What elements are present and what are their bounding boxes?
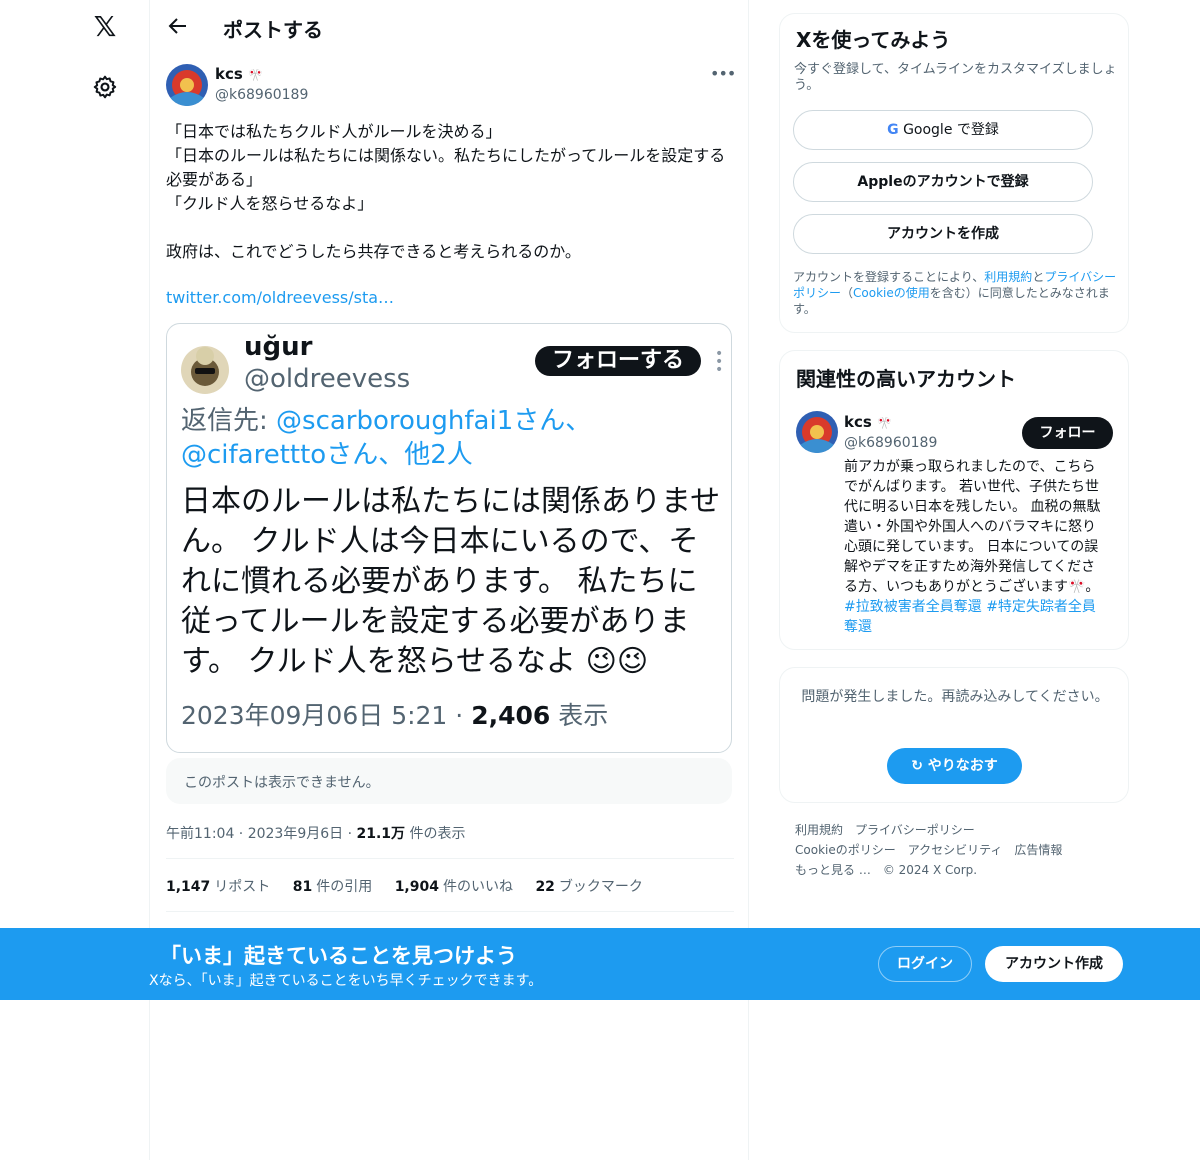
avatar[interactable] xyxy=(166,64,208,106)
page-title: ポストする xyxy=(223,18,323,42)
tweet-timestamp[interactable]: 午前11:04 · 2023年9月6日 · 21.1万 件の表示 xyxy=(166,823,466,843)
embed-author-handle: @oldreevess xyxy=(244,364,411,394)
signup-card: Xを使ってみよう 今すぐ登録して、タイムラインをカスタマイズしましょう。 G G… xyxy=(779,13,1129,333)
gear-icon[interactable] xyxy=(92,74,118,100)
stat-likes[interactable]: 1,904 件のいいね xyxy=(395,879,513,895)
footer-link[interactable]: 利用規約 xyxy=(795,823,843,837)
cookie-link[interactable]: Cookieの使用 xyxy=(853,286,930,300)
embed-meta: 2023年09月06日 5:21 · 2,406 表示 xyxy=(181,701,609,730)
copyright: © 2024 X Corp. xyxy=(882,863,978,877)
hashtag-link[interactable]: #拉致被害者全員奪還 xyxy=(844,599,982,615)
tweet-link[interactable]: twitter.com/oldreevess/sta… xyxy=(166,288,394,307)
author-name[interactable]: kcs 🎌 xyxy=(215,65,263,83)
embedded-image[interactable]: uğur @oldreevess フォローする • • • 返信先: @scarbo… xyxy=(166,323,732,753)
apple-signup-button[interactable]: Appleのアカウントで登録 xyxy=(793,162,1093,202)
tweet-text: 「日本では私たちクルド人がルールを決める」 「日本のルールは私たちには関係ない。… xyxy=(166,122,726,261)
stat-quotes[interactable]: 81 件の引用 xyxy=(293,879,372,895)
embed-body: 日本のルールは私たちには関係ありません。 クルド人は今日本にいるので、それに慣れ… xyxy=(181,484,721,679)
related-title: 関連性の高いアカウント xyxy=(796,367,1016,391)
banner-subtitle: Xなら、「いま」起きていることをいち早くチェックできます。 xyxy=(149,973,543,989)
google-icon: G xyxy=(887,122,899,138)
footer-link[interactable]: プライバシーポリシー xyxy=(855,823,975,837)
author-handle[interactable]: @k68960189 xyxy=(215,87,308,103)
tweet-stats: 1,147 リポスト 81 件の引用 1,904 件のいいね 22 ブックマーク xyxy=(166,876,661,896)
login-button[interactable]: ログイン xyxy=(878,946,972,982)
error-message: 問題が発生しました。再読み込みしてください。 xyxy=(801,689,1109,705)
embed-author-name: uğur xyxy=(244,332,313,362)
signup-title: Xを使ってみよう xyxy=(796,28,951,52)
embed-more-icon: • • • xyxy=(715,346,724,378)
related-account-name[interactable]: kcs 🎌 xyxy=(844,413,892,431)
stat-reposts[interactable]: 1,147 リポスト xyxy=(166,879,270,895)
banner-title: 「いま」起きていることを見つけよう xyxy=(160,944,517,968)
divider xyxy=(166,911,734,912)
arrow-left-icon[interactable] xyxy=(166,14,190,38)
embed-follow-button: フォローする xyxy=(535,346,701,376)
create-account-button[interactable]: アカウントを作成 xyxy=(793,214,1093,254)
related-accounts-card: 関連性の高いアカウント kcs 🎌 @k68960189 フォロー 前アカが乗っ… xyxy=(779,350,1129,650)
unavailable-notice: このポストは表示できません。 xyxy=(166,758,732,804)
bottom-banner: 「いま」起きていることを見つけよう Xなら、「いま」起きていることをいち早くチェ… xyxy=(0,928,1200,1000)
legal-text: アカウントを登録することにより、利用規約とプライバシーポリシー（Cookieの使… xyxy=(793,270,1117,316)
follow-button[interactable]: フォロー xyxy=(1022,417,1113,449)
signup-button[interactable]: アカウント作成 xyxy=(985,946,1123,982)
embed-avatar xyxy=(181,346,229,394)
google-signup-button[interactable]: G Google で登録 xyxy=(793,110,1093,150)
terms-link[interactable]: 利用規約 xyxy=(984,270,1032,284)
footer-link[interactable]: もっと見る … xyxy=(795,863,871,877)
footer-link[interactable]: Cookieのポリシー xyxy=(795,843,896,857)
more-options-icon[interactable]: ••• xyxy=(710,64,736,84)
embed-reply-to: 返信先: @scarboroughfai1さん、@cifaretttoさん、他2… xyxy=(181,406,592,470)
footer-link[interactable]: 広告情報 xyxy=(1014,843,1062,857)
stat-bookmarks[interactable]: 22 ブックマーク xyxy=(535,879,642,895)
footer-links: 利用規約 プライバシーポリシー Cookieのポリシー アクセシビリティ 広告情報 も… xyxy=(795,820,1125,880)
retry-button[interactable]: ↻ やりなおす xyxy=(887,748,1022,784)
related-account-handle[interactable]: @k68960189 xyxy=(844,435,937,451)
divider xyxy=(166,858,734,859)
x-logo-icon[interactable]: 𝕏 xyxy=(90,12,120,42)
related-account-bio: 前アカが乗っ取られましたので、こちらでがんばります。 若い世代、子供たち世代に明… xyxy=(844,459,1101,635)
refresh-icon: ↻ xyxy=(911,758,923,774)
error-card: 問題が発生しました。再読み込みしてください。 ↻ やりなおす xyxy=(779,667,1129,803)
footer-link[interactable]: アクセシビリティ xyxy=(908,843,1003,857)
signup-subtitle: 今すぐ登録して、タイムラインをカスタマイズしましょう。 xyxy=(794,62,1117,93)
avatar[interactable] xyxy=(796,411,838,453)
